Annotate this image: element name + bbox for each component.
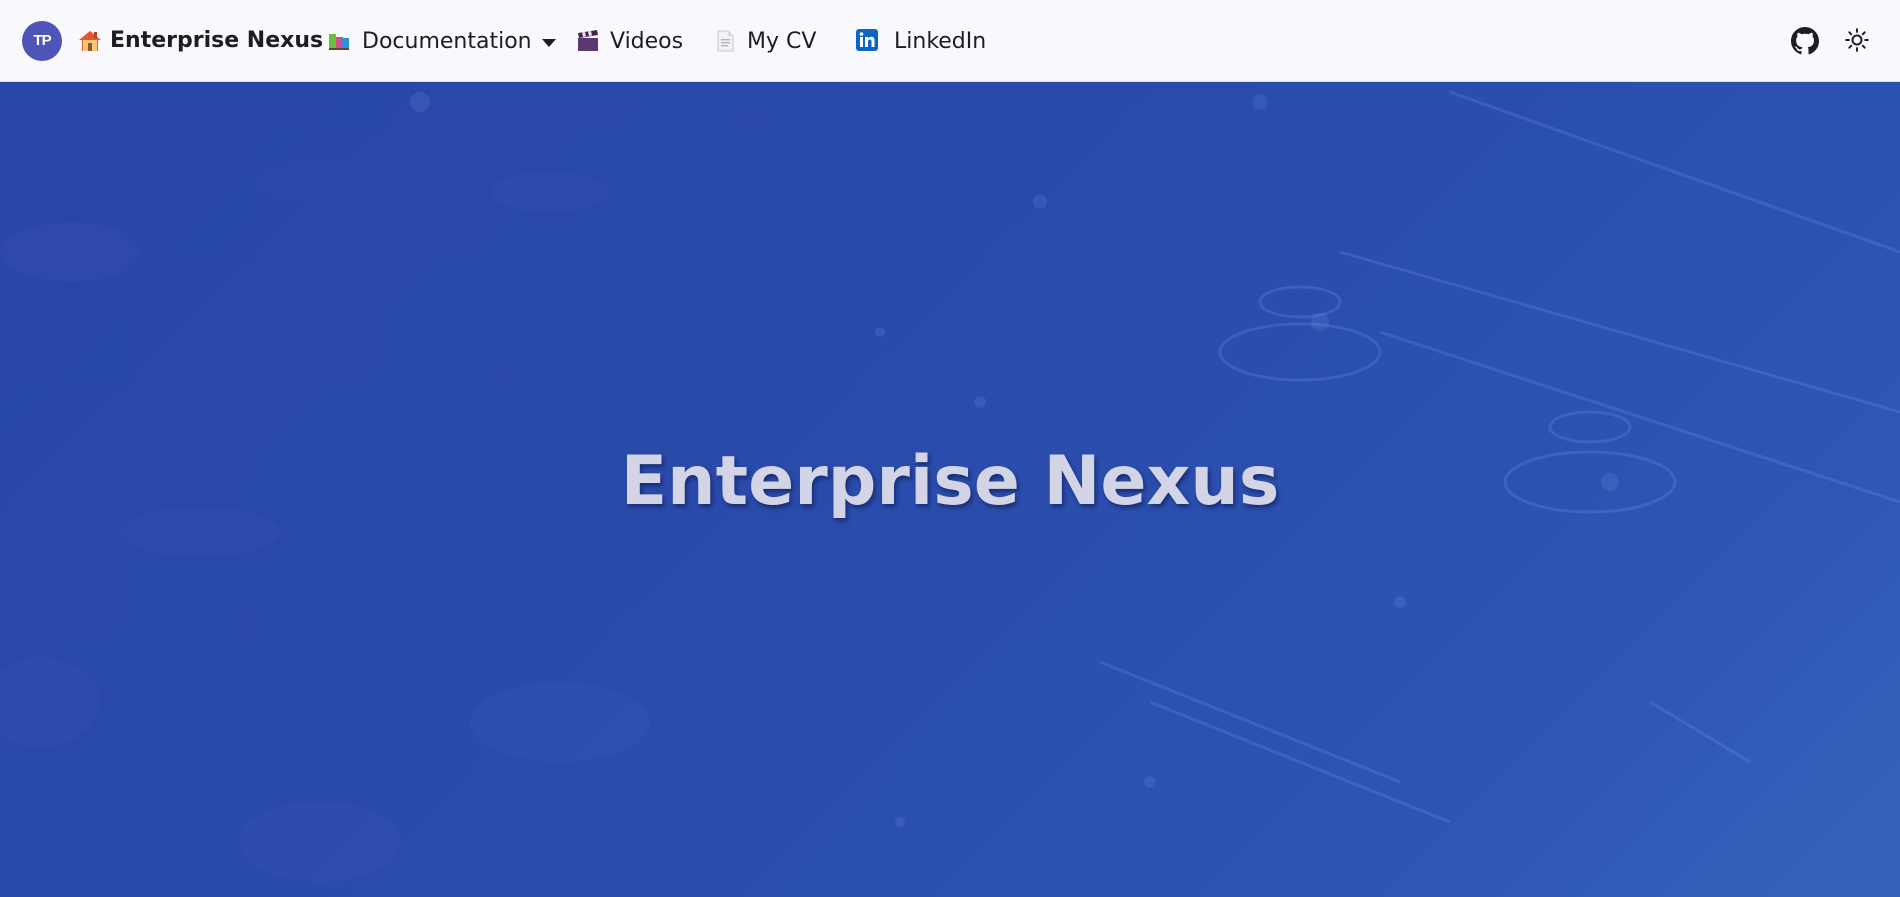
- clapper-board-icon: [576, 29, 600, 53]
- nav-linkedin-label: LinkedIn: [894, 28, 987, 54]
- house-icon: [78, 29, 102, 53]
- chevron-down-icon: [541, 38, 556, 47]
- brand-title: Enterprise Nexus: [110, 28, 324, 53]
- linkedin-icon: [856, 29, 880, 53]
- brand-link[interactable]: TP Enterprise Nexus: [22, 20, 324, 61]
- avatar: TP: [22, 20, 62, 61]
- nav-linkedin[interactable]: LinkedIn: [856, 0, 986, 82]
- sun-icon[interactable]: [1844, 27, 1872, 55]
- nav-videos-label: Videos: [610, 28, 684, 54]
- nav-my-cv[interactable]: My CV: [713, 0, 816, 82]
- nav-my-cv-label: My CV: [747, 28, 817, 54]
- hero-banner: Enterprise Nexus: [0, 82, 1900, 897]
- nav-documentation-label: Documentation: [362, 28, 532, 54]
- top-navbar: TP Enterprise Nexus Documentation Videos…: [0, 0, 1900, 82]
- books-icon: [328, 29, 352, 53]
- hero-title: Enterprise Nexus: [620, 442, 1280, 521]
- nav-videos[interactable]: Videos: [576, 0, 683, 82]
- document-icon: [713, 29, 737, 53]
- nav-documentation-dropdown[interactable]: Documentation: [328, 0, 556, 82]
- github-icon[interactable]: [1791, 27, 1819, 55]
